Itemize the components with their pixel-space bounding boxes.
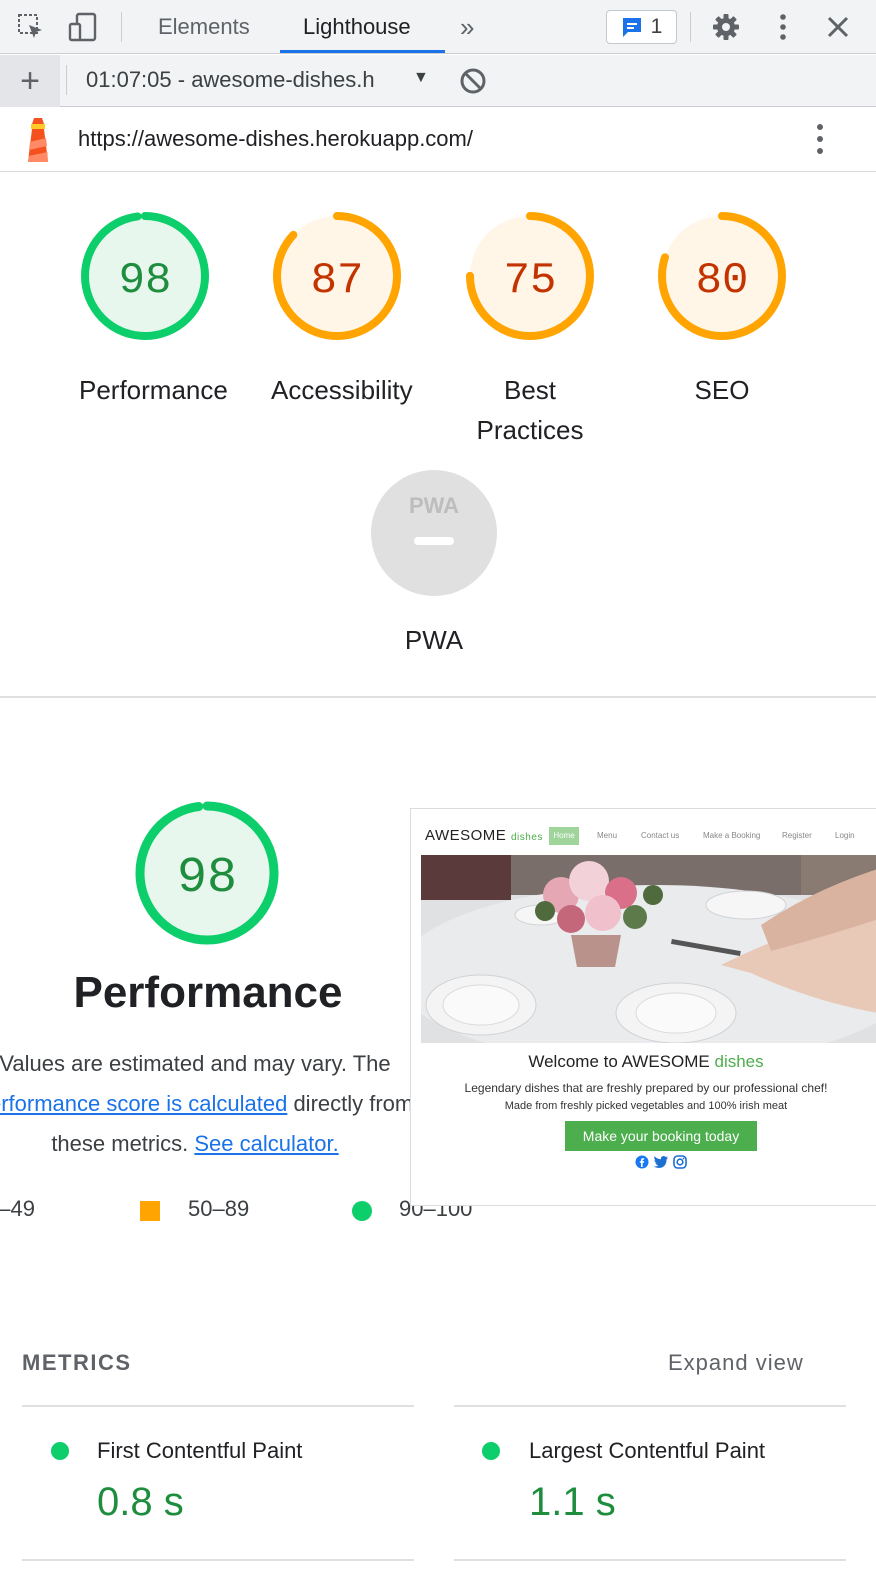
gauge-score: 80 [696, 256, 749, 306]
metric-divider [454, 1559, 846, 1561]
score-gauge: 87 [273, 212, 401, 340]
site-logo-main: AWESOME [425, 827, 507, 844]
report-url[interactable]: https://awesome-dishes.herokuapp.com/ [78, 126, 473, 152]
legend-fail: 0–49 [0, 1196, 35, 1222]
site-booking-button: Make your booking today [565, 1121, 757, 1151]
gauge-seo[interactable]: 80 SEO [656, 210, 788, 410]
score-gauge: 98 [81, 212, 209, 340]
instagram-icon [673, 1155, 687, 1169]
toolbar-divider [66, 65, 67, 95]
lighthouse-logo-icon [20, 116, 56, 169]
pwa-badge-text: PWA [409, 493, 459, 518]
metric-title-lcp: Largest Contentful Paint [529, 1438, 766, 1463]
section-divider [0, 696, 876, 698]
site-welcome-prefix: Welcome to AWESOME [528, 1052, 710, 1071]
gauge-pwa[interactable]: PWA PWA [368, 468, 500, 660]
metric-title-fcp: First Contentful Paint [97, 1438, 303, 1463]
device-toggle-icon[interactable] [68, 12, 98, 42]
report-url-bar: https://awesome-dishes.herokuapp.com/ [0, 108, 876, 172]
twitter-icon [653, 1156, 668, 1168]
site-tagline: Legendary dishes that are freshly prepar… [464, 1081, 828, 1095]
gauge-score: 87 [311, 256, 364, 306]
new-report-button[interactable]: + [0, 55, 60, 107]
gauge-score: 75 [504, 256, 557, 306]
gauge-label: Performance [79, 375, 228, 405]
site-logo-accent: dishes [510, 832, 543, 843]
desc-line-2-text: directly from [287, 1091, 414, 1116]
tab-elements[interactable]: Elements [158, 0, 250, 54]
site-navbar: AWESOME dishes Home Menu Contact us Make… [411, 809, 876, 853]
active-tab-indicator [280, 50, 445, 53]
final-screenshot[interactable]: AWESOME dishes Home Menu Contact us Make… [410, 808, 876, 1206]
legend-average: 50–89 [188, 1196, 250, 1221]
see-calculator-link[interactable]: See calculator. [194, 1131, 338, 1156]
metric-divider [22, 1559, 414, 1561]
site-nav-register: Register [782, 831, 812, 840]
site-logo: AWESOME dishes [425, 827, 543, 844]
performance-description: Values are estimated and may vary. The p… [0, 1044, 420, 1164]
legend-circle-icon [352, 1201, 372, 1221]
gear-icon[interactable] [711, 12, 741, 42]
score-gauge: 80 [658, 212, 786, 340]
gauge-accessibility[interactable]: 87 Accessibility [271, 210, 413, 410]
gauge-label: Best Practices [464, 370, 596, 450]
hero-image [421, 855, 876, 1043]
pass-dot-icon [51, 1442, 69, 1460]
issues-count: 1 [650, 15, 663, 38]
gauge-score: 98 [177, 850, 237, 907]
tab-lighthouse[interactable]: Lighthouse [303, 0, 411, 54]
report-toolbar: + 01:07:05 - awesome-dishes.h ▼ [0, 55, 876, 107]
score-calculation-link[interactable]: performance score is calculated [0, 1091, 287, 1116]
gauge-best-practices[interactable]: 75 Best Practices [464, 210, 596, 450]
kebab-icon[interactable] [768, 12, 798, 42]
inspect-icon[interactable] [16, 12, 46, 42]
site-subtagline: Made from freshly picked vegetables and … [504, 1100, 788, 1112]
site-nav-menu: Menu [597, 831, 618, 840]
desc-line-3-text: these metrics. [51, 1131, 189, 1156]
facebook-icon [635, 1155, 649, 1169]
gauge-label: SEO [694, 375, 750, 405]
desc-line-1: Values are estimated and may vary. The [0, 1051, 391, 1076]
metric-value-lcp: 1.1 s [529, 1480, 616, 1524]
desc-line-2: performance score is calculated directly… [0, 1084, 420, 1124]
desc-line-3: these metrics. See calculator. [0, 1124, 420, 1164]
metric-value-fcp: 0.8 s [97, 1480, 184, 1524]
site-social-icons [635, 1155, 687, 1169]
report-selector[interactable]: 01:07:05 - awesome-dishes.h [86, 67, 406, 93]
performance-gauge: 98 [135, 801, 279, 945]
gauge-label: Accessibility [271, 375, 413, 405]
gauge-label-line2: Practices [476, 415, 584, 445]
pwa-badge-icon: PWA [371, 470, 497, 596]
site-nav-contact: Contact us [641, 831, 680, 840]
kebab-icon[interactable] [805, 124, 835, 154]
chat-icon [622, 18, 641, 37]
gauge-performance[interactable]: 98 Performance [79, 210, 228, 410]
legend-fail-range: 0–49 [0, 1196, 35, 1221]
close-icon[interactable] [823, 12, 853, 42]
gauge-label: PWA [404, 625, 464, 655]
expand-view-toggle[interactable]: Expand view [668, 1350, 804, 1376]
site-welcome-accent: dishes [714, 1052, 764, 1071]
gauge-label-line1: Best [503, 375, 557, 405]
more-tabs-button[interactable]: » [460, 0, 474, 54]
devtools-tabbar: Elements Lighthouse » 1 [0, 0, 876, 54]
gauge-score: 98 [119, 256, 172, 306]
site-nav-login: Login [835, 831, 855, 840]
issues-badge[interactable]: 1 [606, 10, 677, 44]
clear-icon[interactable] [458, 66, 488, 96]
toolbar-divider [121, 12, 122, 42]
site-nav-booking: Make a Booking [703, 831, 761, 840]
metric-divider [454, 1405, 846, 1407]
score-gauge: 75 [466, 212, 594, 340]
site-nav-home: Home [549, 827, 579, 845]
site-welcome-heading: Welcome to AWESOME dishes [411, 1052, 876, 1072]
performance-title: Performance [73, 968, 343, 1017]
metrics-heading: METRICS [22, 1350, 132, 1375]
chevron-down-icon[interactable]: ▼ [413, 69, 429, 87]
metric-divider [22, 1405, 414, 1407]
legend-square-icon [140, 1201, 160, 1221]
pass-dot-icon [482, 1442, 500, 1460]
toolbar-divider [690, 12, 691, 42]
